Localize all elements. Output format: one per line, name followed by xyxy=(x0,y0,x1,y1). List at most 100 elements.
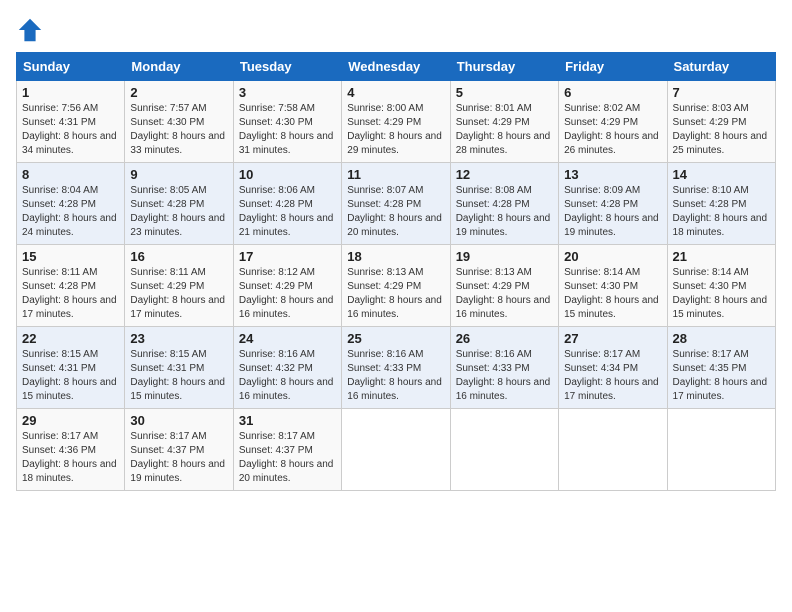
day-info: Sunrise: 8:14 AMSunset: 4:30 PMDaylight:… xyxy=(564,266,661,322)
day-info: Sunrise: 8:16 AMSunset: 4:33 PMDaylight:… xyxy=(456,348,553,404)
day-info: Sunrise: 8:00 AMSunset: 4:29 PMDaylight:… xyxy=(347,102,444,158)
day-number: 10 xyxy=(239,167,336,182)
day-cell: 15 Sunrise: 8:11 AMSunset: 4:28 PMDayligh… xyxy=(17,245,125,327)
day-number: 4 xyxy=(347,85,444,100)
day-cell: 7 Sunrise: 8:03 AMSunset: 4:29 PMDaylight… xyxy=(667,81,775,163)
logo-icon xyxy=(16,16,44,44)
calendar-table: SundayMondayTuesdayWednesdayThursdayFrid… xyxy=(16,52,776,491)
day-number: 30 xyxy=(130,413,227,428)
day-info: Sunrise: 8:11 AMSunset: 4:28 PMDaylight:… xyxy=(22,266,119,322)
day-info: Sunrise: 8:16 AMSunset: 4:33 PMDaylight:… xyxy=(347,348,444,404)
page-header xyxy=(16,16,776,44)
day-cell xyxy=(559,409,667,491)
day-info: Sunrise: 8:06 AMSunset: 4:28 PMDaylight:… xyxy=(239,184,336,240)
day-info: Sunrise: 8:14 AMSunset: 4:30 PMDaylight:… xyxy=(673,266,770,322)
day-cell: 29 Sunrise: 8:17 AMSunset: 4:36 PMDayligh… xyxy=(17,409,125,491)
header-cell-thursday: Thursday xyxy=(450,53,558,81)
day-info: Sunrise: 7:57 AMSunset: 4:30 PMDaylight:… xyxy=(130,102,227,158)
day-cell: 10 Sunrise: 8:06 AMSunset: 4:28 PMDayligh… xyxy=(233,163,341,245)
day-number: 20 xyxy=(564,249,661,264)
day-info: Sunrise: 8:17 AMSunset: 4:37 PMDaylight:… xyxy=(130,430,227,486)
day-number: 19 xyxy=(456,249,553,264)
day-number: 6 xyxy=(564,85,661,100)
header-row: SundayMondayTuesdayWednesdayThursdayFrid… xyxy=(17,53,776,81)
day-info: Sunrise: 8:17 AMSunset: 4:36 PMDaylight:… xyxy=(22,430,119,486)
day-number: 31 xyxy=(239,413,336,428)
day-number: 7 xyxy=(673,85,770,100)
header-cell-sunday: Sunday xyxy=(17,53,125,81)
day-number: 29 xyxy=(22,413,119,428)
day-cell: 12 Sunrise: 8:08 AMSunset: 4:28 PMDayligh… xyxy=(450,163,558,245)
day-number: 14 xyxy=(673,167,770,182)
day-number: 9 xyxy=(130,167,227,182)
day-cell: 2 Sunrise: 7:57 AMSunset: 4:30 PMDaylight… xyxy=(125,81,233,163)
day-cell: 22 Sunrise: 8:15 AMSunset: 4:31 PMDayligh… xyxy=(17,327,125,409)
day-info: Sunrise: 7:56 AMSunset: 4:31 PMDaylight:… xyxy=(22,102,119,158)
day-number: 11 xyxy=(347,167,444,182)
day-cell: 11 Sunrise: 8:07 AMSunset: 4:28 PMDayligh… xyxy=(342,163,450,245)
day-number: 2 xyxy=(130,85,227,100)
day-cell: 27Sunrise: 8:17 AMSunset: 4:34 PMDayligh… xyxy=(559,327,667,409)
day-info: Sunrise: 8:04 AMSunset: 4:28 PMDaylight:… xyxy=(22,184,119,240)
day-number: 13 xyxy=(564,167,661,182)
day-number: 8 xyxy=(22,167,119,182)
day-cell: 17Sunrise: 8:12 AMSunset: 4:29 PMDayligh… xyxy=(233,245,341,327)
day-cell: 14 Sunrise: 8:10 AMSunset: 4:28 PMDayligh… xyxy=(667,163,775,245)
day-info: Sunrise: 8:13 AMSunset: 4:29 PMDaylight:… xyxy=(456,266,553,322)
day-cell: 26 Sunrise: 8:16 AMSunset: 4:33 PMDayligh… xyxy=(450,327,558,409)
day-cell: 25 Sunrise: 8:16 AMSunset: 4:33 PMDayligh… xyxy=(342,327,450,409)
day-cell: 23 Sunrise: 8:15 AMSunset: 4:31 PMDayligh… xyxy=(125,327,233,409)
week-row-2: 8 Sunrise: 8:04 AMSunset: 4:28 PMDaylight… xyxy=(17,163,776,245)
day-info: Sunrise: 8:09 AMSunset: 4:28 PMDaylight:… xyxy=(564,184,661,240)
day-number: 12 xyxy=(456,167,553,182)
week-row-5: 29 Sunrise: 8:17 AMSunset: 4:36 PMDayligh… xyxy=(17,409,776,491)
day-number: 16 xyxy=(130,249,227,264)
day-cell: 24Sunrise: 8:16 AMSunset: 4:32 PMDayligh… xyxy=(233,327,341,409)
day-info: Sunrise: 7:58 AMSunset: 4:30 PMDaylight:… xyxy=(239,102,336,158)
day-number: 17 xyxy=(239,249,336,264)
day-info: Sunrise: 8:15 AMSunset: 4:31 PMDaylight:… xyxy=(22,348,119,404)
week-row-3: 15 Sunrise: 8:11 AMSunset: 4:28 PMDayligh… xyxy=(17,245,776,327)
day-info: Sunrise: 8:02 AMSunset: 4:29 PMDaylight:… xyxy=(564,102,661,158)
day-cell: 5Sunrise: 8:01 AMSunset: 4:29 PMDaylight… xyxy=(450,81,558,163)
day-number: 24 xyxy=(239,331,336,346)
day-info: Sunrise: 8:15 AMSunset: 4:31 PMDaylight:… xyxy=(130,348,227,404)
day-number: 3 xyxy=(239,85,336,100)
day-cell: 4 Sunrise: 8:00 AMSunset: 4:29 PMDaylight… xyxy=(342,81,450,163)
week-row-1: 1 Sunrise: 7:56 AMSunset: 4:31 PMDaylight… xyxy=(17,81,776,163)
day-cell: 30 Sunrise: 8:17 AMSunset: 4:37 PMDayligh… xyxy=(125,409,233,491)
day-cell: 21 Sunrise: 8:14 AMSunset: 4:30 PMDayligh… xyxy=(667,245,775,327)
day-cell: 6 Sunrise: 8:02 AMSunset: 4:29 PMDaylight… xyxy=(559,81,667,163)
day-info: Sunrise: 8:17 AMSunset: 4:37 PMDaylight:… xyxy=(239,430,336,486)
header-cell-monday: Monday xyxy=(125,53,233,81)
day-cell: 16 Sunrise: 8:11 AMSunset: 4:29 PMDayligh… xyxy=(125,245,233,327)
day-cell xyxy=(342,409,450,491)
day-number: 26 xyxy=(456,331,553,346)
day-number: 22 xyxy=(22,331,119,346)
day-number: 23 xyxy=(130,331,227,346)
day-number: 1 xyxy=(22,85,119,100)
day-info: Sunrise: 8:03 AMSunset: 4:29 PMDaylight:… xyxy=(673,102,770,158)
day-info: Sunrise: 8:17 AMSunset: 4:35 PMDaylight:… xyxy=(673,348,770,404)
day-cell: 1 Sunrise: 7:56 AMSunset: 4:31 PMDaylight… xyxy=(17,81,125,163)
week-row-4: 22 Sunrise: 8:15 AMSunset: 4:31 PMDayligh… xyxy=(17,327,776,409)
day-cell: 8 Sunrise: 8:04 AMSunset: 4:28 PMDaylight… xyxy=(17,163,125,245)
day-info: Sunrise: 8:10 AMSunset: 4:28 PMDaylight:… xyxy=(673,184,770,240)
day-number: 21 xyxy=(673,249,770,264)
day-info: Sunrise: 8:01 AMSunset: 4:29 PMDaylight:… xyxy=(456,102,553,158)
day-cell: 19 Sunrise: 8:13 AMSunset: 4:29 PMDayligh… xyxy=(450,245,558,327)
day-info: Sunrise: 8:08 AMSunset: 4:28 PMDaylight:… xyxy=(456,184,553,240)
day-cell: 9Sunrise: 8:05 AMSunset: 4:28 PMDaylight… xyxy=(125,163,233,245)
day-cell: 31 Sunrise: 8:17 AMSunset: 4:37 PMDayligh… xyxy=(233,409,341,491)
day-info: Sunrise: 8:11 AMSunset: 4:29 PMDaylight:… xyxy=(130,266,227,322)
day-cell: 18 Sunrise: 8:13 AMSunset: 4:29 PMDayligh… xyxy=(342,245,450,327)
day-cell: 13 Sunrise: 8:09 AMSunset: 4:28 PMDayligh… xyxy=(559,163,667,245)
header-cell-saturday: Saturday xyxy=(667,53,775,81)
day-number: 25 xyxy=(347,331,444,346)
day-number: 15 xyxy=(22,249,119,264)
day-cell xyxy=(667,409,775,491)
day-info: Sunrise: 8:13 AMSunset: 4:29 PMDaylight:… xyxy=(347,266,444,322)
day-info: Sunrise: 8:07 AMSunset: 4:28 PMDaylight:… xyxy=(347,184,444,240)
day-number: 18 xyxy=(347,249,444,264)
day-cell: 28Sunrise: 8:17 AMSunset: 4:35 PMDayligh… xyxy=(667,327,775,409)
